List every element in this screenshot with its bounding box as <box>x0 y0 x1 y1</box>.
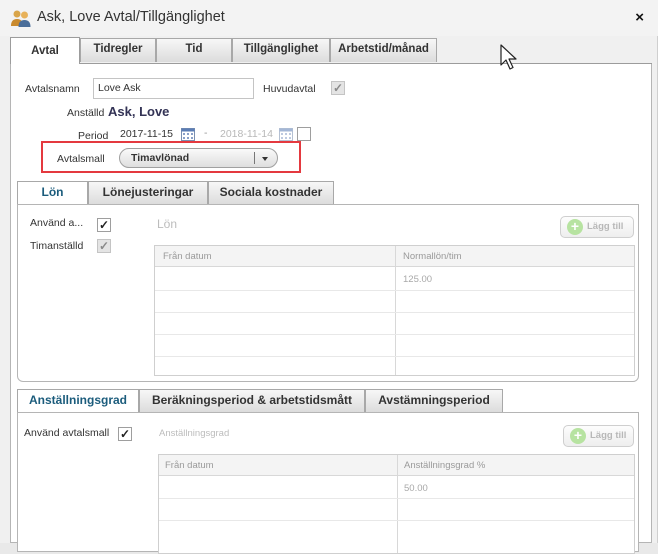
lon-row-value[interactable]: 125.00 <box>403 274 432 285</box>
people-icon <box>11 10 31 27</box>
grad-add-label: Lägg till <box>590 430 627 441</box>
anvand-avtalsmall-label: Använd avtalsmall <box>24 427 110 439</box>
anvand-label: Använd a... <box>30 217 84 229</box>
period-separator: - <box>204 127 208 139</box>
lon-grid: Från datum Normallön/tim 125.00 <box>154 245 635 376</box>
plus-circle-icon: + <box>570 428 586 444</box>
grad-col-value: Anställningsgrad % <box>404 460 486 471</box>
huvudavtal-label: Huvudavtal <box>263 83 316 95</box>
grid-row-divider <box>155 356 634 357</box>
tab-tid[interactable]: Tid <box>156 38 232 62</box>
tab-berakningsperiod[interactable]: Beräkningsperiod & arbetstidsmått <box>139 389 365 412</box>
grid-row-divider <box>155 334 634 335</box>
main-tabs: Avtal Tidregler Tid Tillgänglighet Arbet… <box>10 36 652 64</box>
calendar-icon[interactable] <box>279 128 293 141</box>
anstalld-value: Ask, Love <box>108 104 170 119</box>
timanstalld-checkbox[interactable]: ✓ <box>97 239 111 253</box>
close-icon[interactable]: × <box>635 9 644 26</box>
tab-arbetstid-manad[interactable]: Arbetstid/månad <box>330 38 437 62</box>
calendar-icon[interactable] <box>181 128 195 141</box>
title-bar: Ask, Love Avtal/Tillgänglighet × <box>0 0 658 36</box>
huvudavtal-checkbox[interactable]: ✓ <box>331 81 345 95</box>
tab-lon[interactable]: Lön <box>17 181 88 205</box>
tab-tillganglighet[interactable]: Tillgänglighet <box>232 38 330 62</box>
grid-row-divider <box>155 290 634 291</box>
anvand-avtalsmall-checkbox[interactable]: ✓ <box>118 427 132 441</box>
grid-column-divider <box>397 455 398 553</box>
tab-sociala-kostnader[interactable]: Sociala kostnader <box>208 181 334 204</box>
tab-anstallningsgrad[interactable]: Anställningsgrad <box>17 389 139 413</box>
timanstalld-label: Timanställd <box>30 240 84 252</box>
lon-col-value: Normallön/tim <box>403 251 462 262</box>
dialog-title: Ask, Love Avtal/Tillgänglighet <box>37 9 225 25</box>
grad-row-value[interactable]: 50.00 <box>404 483 428 494</box>
avtalsmall-label: Avtalsmall <box>57 153 105 165</box>
dialog-window: Ask, Love Avtal/Tillgänglighet × Avtal T… <box>0 0 658 554</box>
lon-col-from: Från datum <box>163 251 212 262</box>
avtalsmall-select[interactable]: Timavlönad <box>119 148 278 168</box>
lon-panel: Använd a... ✓ Timanställd ✓ Lön + Lägg t… <box>17 204 639 382</box>
combo-separator <box>254 152 255 164</box>
grad-panel: Använd avtalsmall ✓ Anställningsgrad + L… <box>17 412 639 554</box>
tab-avstamningsperiod[interactable]: Avstämningsperiod <box>365 389 503 412</box>
lon-section-title: Lön <box>157 217 178 231</box>
grad-col-from: Från datum <box>165 460 214 471</box>
avtalsnamn-label: Avtalsnamn <box>25 83 80 95</box>
period-to-checkbox[interactable] <box>297 127 311 141</box>
lon-add-button[interactable]: + Lägg till <box>560 216 634 238</box>
anvand-checkbox[interactable]: ✓ <box>97 218 111 232</box>
grid-row-divider <box>155 312 634 313</box>
plus-circle-icon: + <box>567 219 583 235</box>
tab-avtal[interactable]: Avtal <box>10 37 80 64</box>
grad-add-button[interactable]: + Lägg till <box>563 425 634 447</box>
avtalsnamn-input[interactable]: Love Ask <box>93 78 254 99</box>
lon-add-label: Lägg till <box>587 221 624 232</box>
grid-row-divider <box>159 520 634 521</box>
anstalld-label: Anställd <box>67 107 105 119</box>
tab-tidregler[interactable]: Tidregler <box>80 38 156 62</box>
tab-lonejusteringar[interactable]: Lönejusteringar <box>88 181 208 204</box>
grad-section-title: Anställningsgrad <box>159 428 230 439</box>
grad-grid: Från datum Anställningsgrad % 50.00 <box>158 454 635 554</box>
avtalsmall-value: Timavlönad <box>131 152 190 164</box>
mouse-pointer-icon <box>500 44 517 70</box>
grid-row-divider <box>159 498 634 499</box>
chevron-down-icon <box>262 157 268 161</box>
